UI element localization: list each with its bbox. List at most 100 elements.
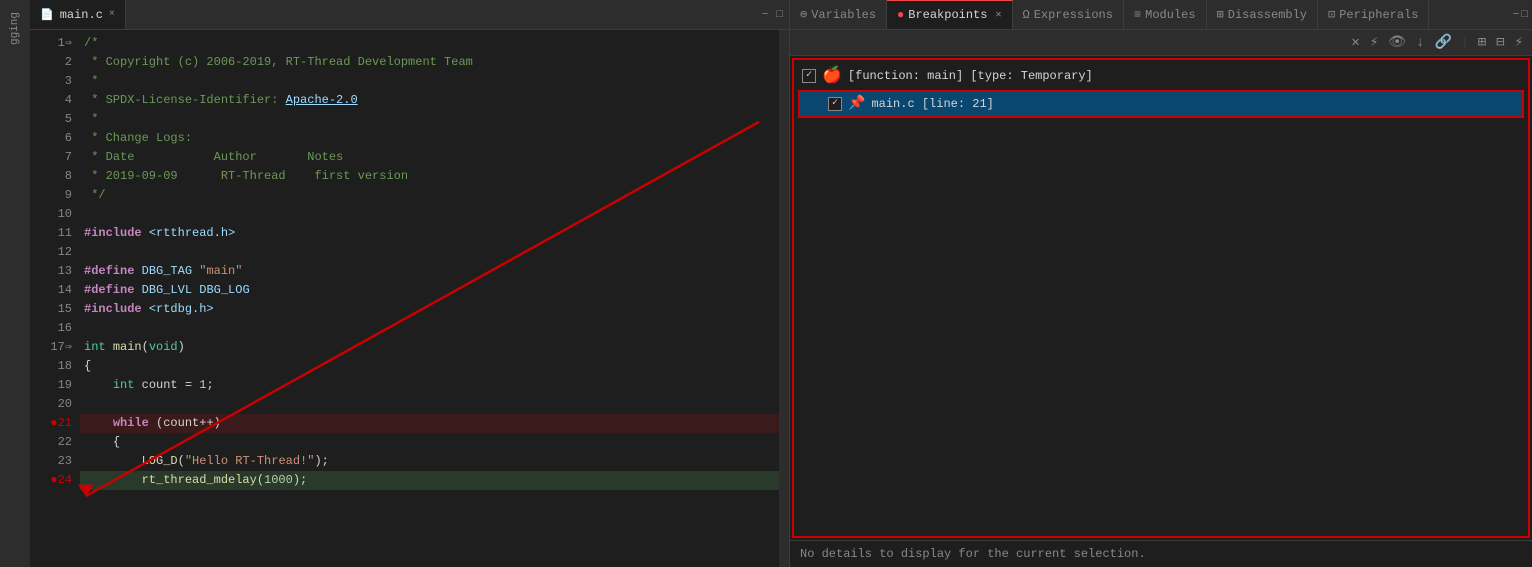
ln-12: 12	[30, 243, 72, 262]
peripherals-label: Peripherals	[1339, 8, 1418, 22]
debug-toolbar: ✕ ⚡ 👁 ↓ 🔗 | ⊞ ⊟ ⚡	[790, 30, 1532, 56]
maximize-button[interactable]: □	[774, 7, 785, 23]
code-line-13: #define DBG_TAG "main"	[80, 262, 779, 281]
ln-17: 17⇒	[30, 338, 72, 357]
link-with-debug-button[interactable]: 🔗	[1431, 33, 1454, 52]
code-line-24: rt_thread_mdelay(1000);	[80, 471, 779, 490]
code-line-12	[80, 243, 779, 262]
ln-13: 13	[30, 262, 72, 281]
ln-7: 7	[30, 148, 72, 167]
expressions-icon: Ω	[1023, 8, 1030, 22]
ln-14: 14	[30, 281, 72, 300]
breakpoint-subitem-main-21[interactable]: 📌 main.c [line: 21]	[798, 90, 1524, 118]
code-line-3: *	[80, 72, 779, 91]
ln-11: 11	[30, 224, 72, 243]
ln-20: 20	[30, 395, 72, 414]
code-line-9: */	[80, 186, 779, 205]
ln-19: 19	[30, 376, 72, 395]
modules-icon: ≡	[1134, 8, 1141, 22]
tab-variables[interactable]: ⊜ Variables	[790, 0, 887, 29]
code-line-15: #include <rtdbg.h>	[80, 300, 779, 319]
code-line-1: /*	[80, 34, 779, 53]
ln-9: 9	[30, 186, 72, 205]
code-line-21: while (count++)	[80, 414, 779, 433]
debug-panel: ⊜ Variables ● Breakpoints ✕ Ω Expression…	[790, 0, 1532, 567]
breakpoint-pin-icon: 📌	[848, 94, 865, 114]
code-line-20	[80, 395, 779, 414]
code-line-18: {	[80, 357, 779, 376]
ln-8: 8	[30, 167, 72, 186]
minimize-debug-button[interactable]: −	[1513, 9, 1520, 21]
code-line-23: LOG_D("Hello RT-Thread!");	[80, 452, 779, 471]
breakpoint-item-main[interactable]: 🍎 [function: main] [type: Temporary]	[794, 64, 1528, 88]
ln-4: 4	[30, 91, 72, 110]
peripherals-icon: ⊡	[1328, 7, 1335, 22]
add-tracepoint-button[interactable]: ⚡	[1512, 33, 1526, 52]
code-line-19: int count = 1;	[80, 376, 779, 395]
ln-10: 10	[30, 205, 72, 224]
editor-tab-actions: − □	[760, 7, 789, 23]
editor-content: 1⇒ 2 3 4 5 6 7 8 9 10 11 12 13 14 15 16 …	[30, 30, 789, 567]
breakpoint-checkbox-main[interactable]	[802, 69, 816, 83]
code-line-4: * SPDX-License-Identifier: Apache-2.0	[80, 91, 779, 110]
maximize-debug-button[interactable]: □	[1521, 9, 1528, 21]
tab-expressions[interactable]: Ω Expressions	[1013, 0, 1124, 29]
breakpoints-label: Breakpoints	[908, 8, 987, 22]
code-line-6: * Change Logs:	[80, 129, 779, 148]
ln-5: 5	[30, 110, 72, 129]
remove-breakpoint-button[interactable]: ✕	[1348, 33, 1362, 52]
enable-breakpoints-button[interactable]: 👁	[1385, 33, 1409, 52]
tab-peripherals[interactable]: ⊡ Peripherals	[1318, 0, 1429, 29]
code-line-5: *	[80, 110, 779, 129]
editor-tab-main-c[interactable]: 📄 main.c ×	[30, 0, 126, 29]
vertical-scrollbar[interactable]	[779, 30, 789, 567]
modules-label: Modules	[1145, 8, 1195, 22]
variables-icon: ⊜	[800, 7, 807, 22]
ln-3: 3	[30, 72, 72, 91]
breakpoint-subitem-text: main.c [line: 21]	[871, 94, 993, 114]
ln-1: 1⇒	[30, 34, 72, 53]
line-numbers: 1⇒ 2 3 4 5 6 7 8 9 10 11 12 13 14 15 16 …	[30, 30, 80, 567]
breakpoints-icon: ●	[897, 8, 904, 22]
breakpoints-tab-close[interactable]: ✕	[995, 9, 1001, 21]
ln-2: 2	[30, 53, 72, 72]
variables-label: Variables	[811, 8, 876, 22]
debug-content: 🍎 [function: main] [type: Temporary] 📌 m…	[792, 58, 1530, 538]
minimize-button[interactable]: −	[760, 7, 771, 23]
ln-15: 15	[30, 300, 72, 319]
ln-24: ●24	[30, 471, 72, 490]
ln-23: 23	[30, 452, 72, 471]
disassembly-icon: ⊞	[1217, 7, 1224, 22]
sidebar-label: gging	[9, 12, 21, 45]
tab-close-button[interactable]: ×	[109, 9, 115, 20]
code-line-10	[80, 205, 779, 224]
breakpoint-list: 🍎 [function: main] [type: Temporary] 📌 m…	[794, 60, 1528, 536]
breakpoint-text-main: [function: main] [type: Temporary]	[848, 66, 1093, 86]
breakpoint-dot-main: 🍎	[822, 68, 842, 84]
code-line-14: #define DBG_LVL DBG_LOG	[80, 281, 779, 300]
debug-status-text: No details to display for the current se…	[800, 547, 1146, 561]
add-watchpoint-button[interactable]: ⊟	[1493, 33, 1507, 52]
ln-22: 22	[30, 433, 72, 452]
tab-disassembly[interactable]: ⊞ Disassembly	[1207, 0, 1318, 29]
file-icon: 📄	[40, 8, 54, 22]
breakpoint-subitem-checkbox[interactable]	[828, 97, 842, 111]
add-breakpoint-button[interactable]: ⊞	[1475, 33, 1489, 52]
left-sidebar: gging	[0, 0, 30, 567]
debug-status: No details to display for the current se…	[790, 540, 1532, 567]
remove-all-breakpoints-button[interactable]: ⚡	[1367, 33, 1381, 52]
ln-6: 6	[30, 129, 72, 148]
tab-filename: main.c	[60, 8, 103, 22]
expressions-label: Expressions	[1034, 8, 1113, 22]
tab-breakpoints[interactable]: ● Breakpoints ✕	[887, 0, 1012, 29]
ln-18: 18	[30, 357, 72, 376]
ln-16: 16	[30, 319, 72, 338]
tab-modules[interactable]: ≡ Modules	[1124, 0, 1207, 29]
code-line-8: * 2019-09-09 RT-Thread first version	[80, 167, 779, 186]
debug-tab-bar: ⊜ Variables ● Breakpoints ✕ Ω Expression…	[790, 0, 1532, 30]
ln-21: ●21	[30, 414, 72, 433]
code-line-22: {	[80, 433, 779, 452]
code-area[interactable]: /* * Copyright (c) 2006-2019, RT-Thread …	[80, 30, 779, 567]
collapse-all-button[interactable]: ↓	[1413, 34, 1427, 52]
editor-tab-bar: 📄 main.c × − □	[30, 0, 789, 30]
